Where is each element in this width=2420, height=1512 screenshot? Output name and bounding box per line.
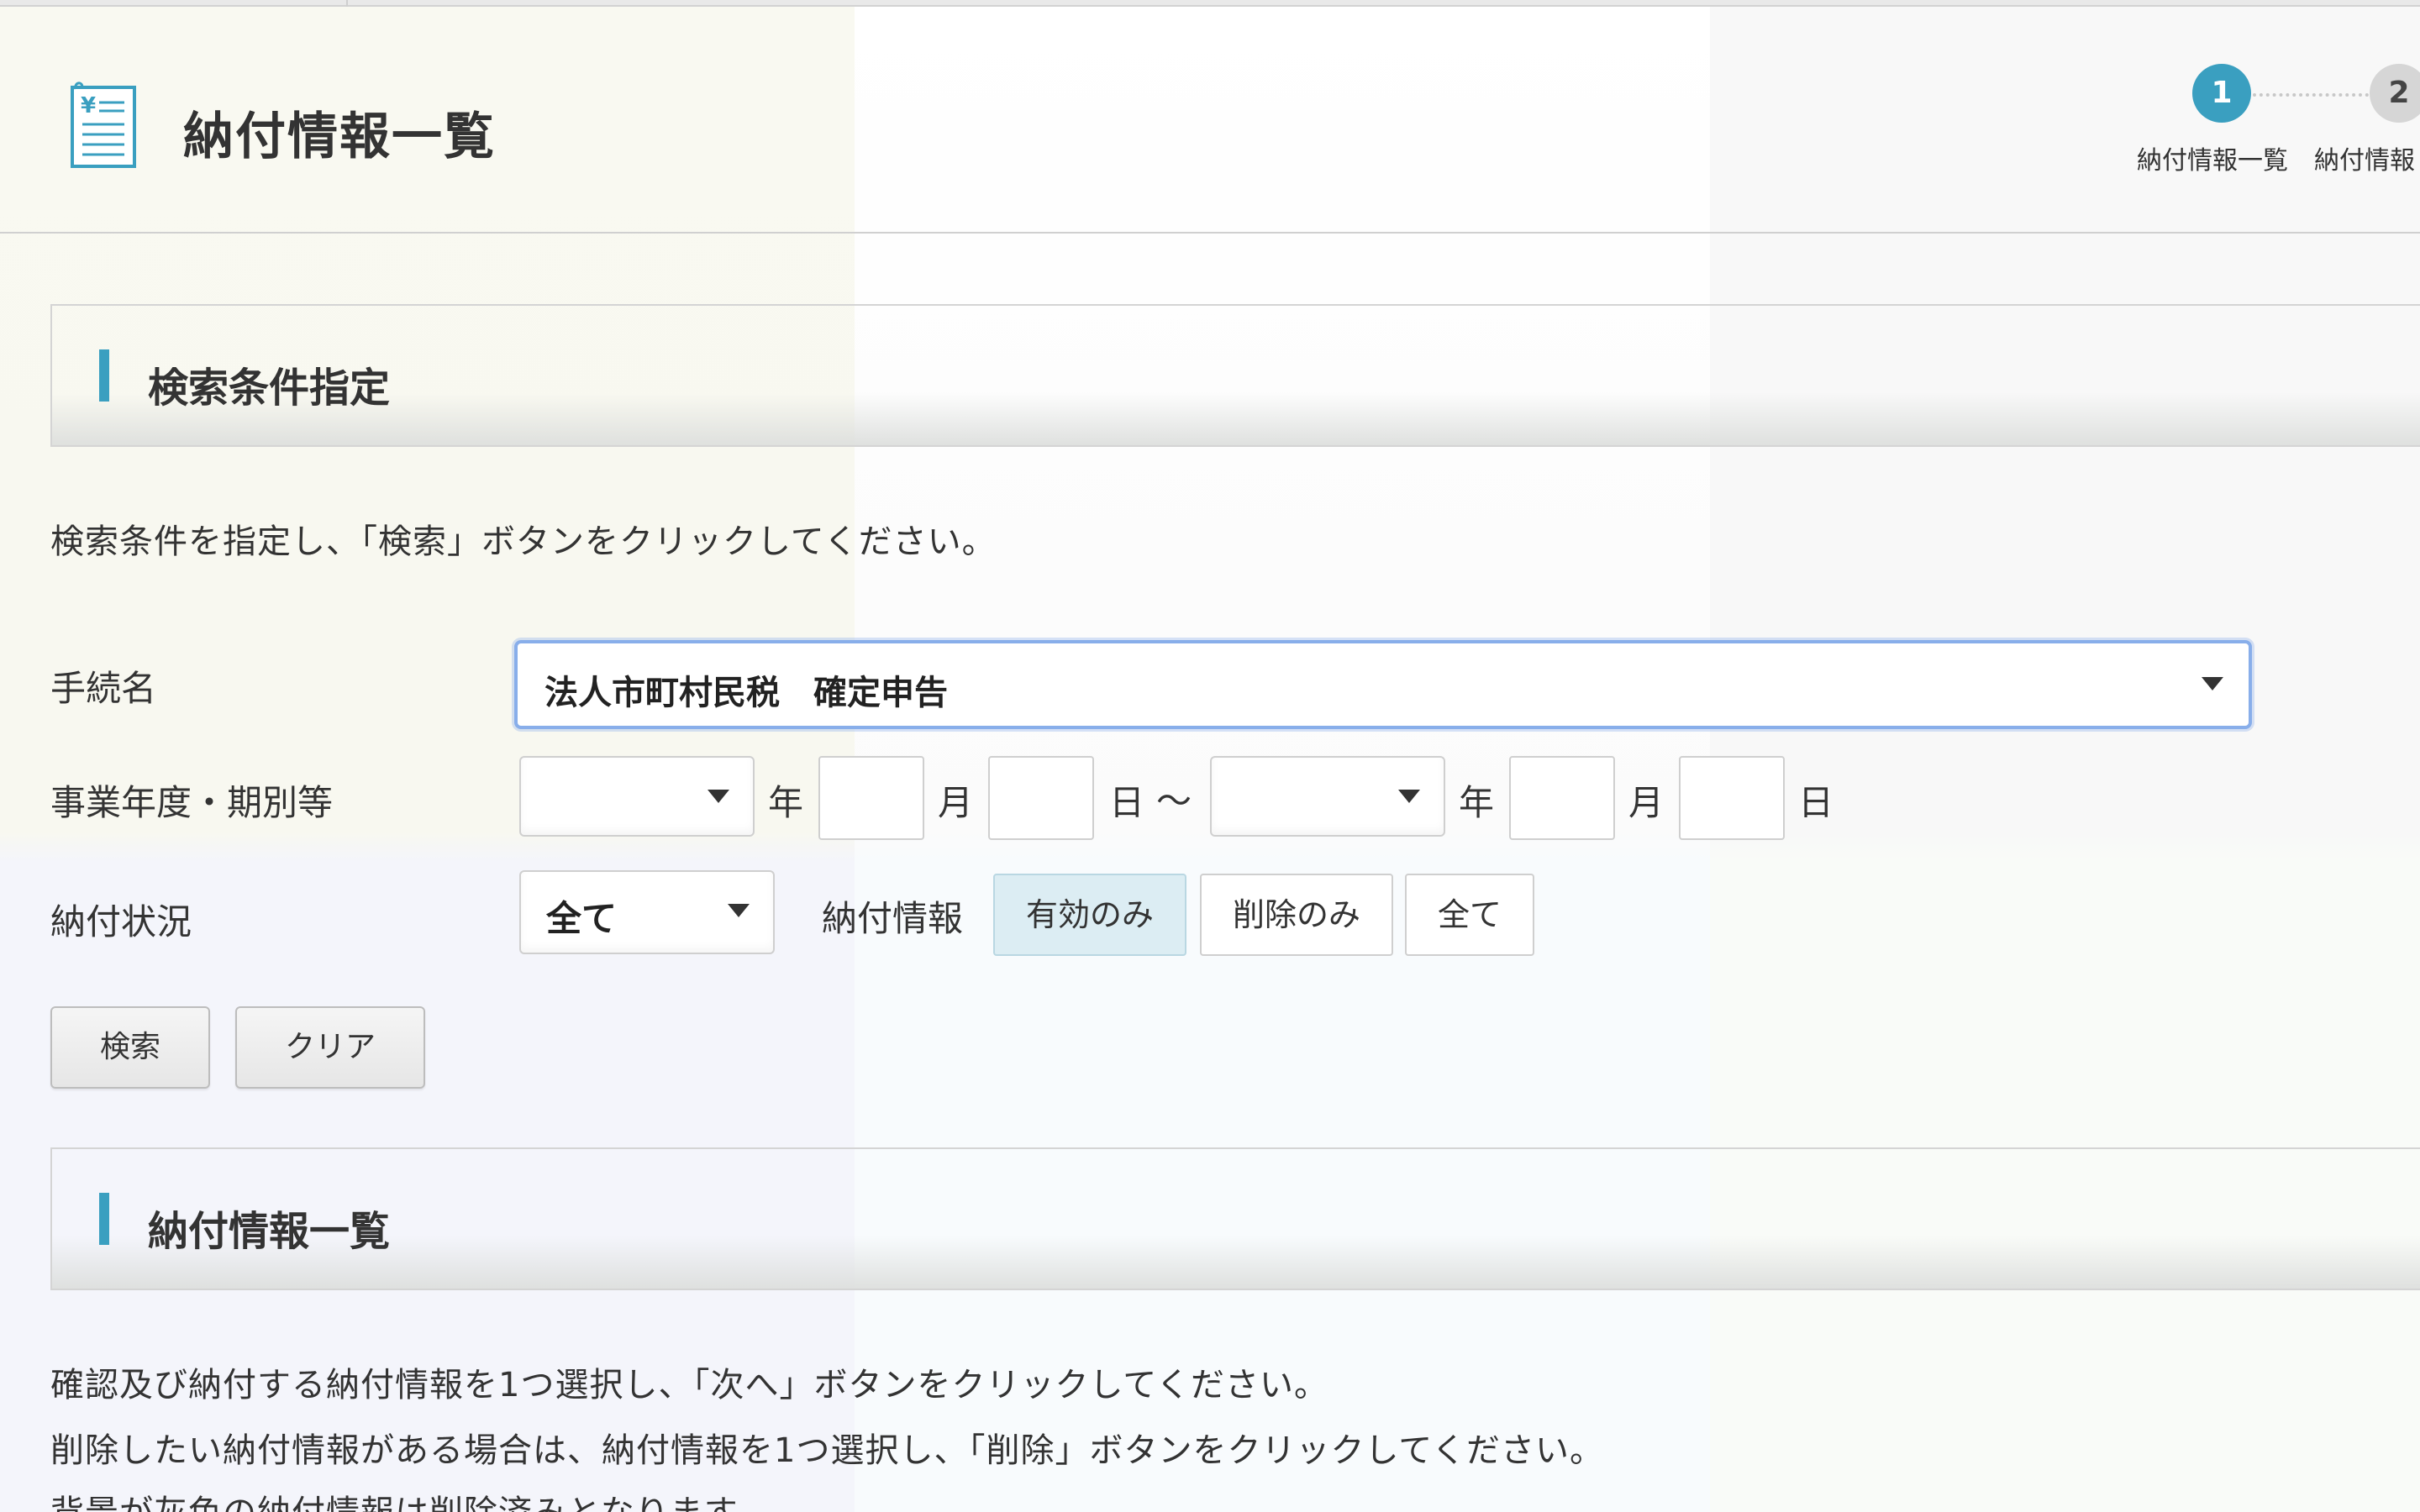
search-section-header: 検索条件指定 [50, 304, 2420, 447]
search-instruction: 検索条件を指定し、「検索」ボタンをクリックしてください。 [50, 522, 997, 561]
search-section-title: 検索条件指定 [148, 365, 391, 412]
list-instruction-1: 確認及び納付する納付情報を1つ選択し、「次へ」ボタンをクリックしてください。 [50, 1366, 1329, 1404]
to-year-select[interactable] [1210, 756, 1445, 837]
year-unit: 年 [1459, 782, 1495, 823]
step-connector [2253, 93, 2369, 97]
payment-document-icon: ¥ [71, 81, 136, 168]
step-2-marker: 2 [2370, 64, 2420, 123]
filter-all-button[interactable]: 全て [1405, 874, 1534, 956]
to-day-input[interactable] [1679, 756, 1785, 840]
step-1-label: 納付情報一覧 [2137, 146, 2288, 176]
list-instruction-3: 背景が灰色の納付情報は削除済みとなります。 [50, 1485, 770, 1512]
day-unit: 日 [1798, 782, 1834, 823]
filter-valid-only-button[interactable]: 有効のみ [993, 874, 1186, 956]
month-unit: 月 [1628, 782, 1665, 823]
procedure-label: 手続名 [50, 668, 157, 709]
chevron-down-icon [1398, 790, 1420, 803]
from-month-input[interactable] [818, 756, 924, 840]
range-separator: 〜 [1156, 780, 1192, 822]
to-month-input[interactable] [1509, 756, 1615, 840]
day-unit: 日 [1109, 782, 1145, 823]
chevron-down-icon [728, 904, 750, 917]
payment-info-label: 納付情報 [822, 898, 964, 939]
top-border [0, 0, 2420, 7]
year-unit: 年 [768, 782, 804, 823]
page-title: 納付情報一覧 [183, 108, 496, 166]
payment-status-select[interactable]: 全て [519, 870, 775, 954]
list-section-title: 納付情報一覧 [148, 1208, 391, 1255]
clear-button[interactable]: クリア [235, 1006, 425, 1089]
list-section-header: 納付情報一覧 [50, 1147, 2420, 1290]
procedure-select[interactable]: 法人市町村民税 確定申告 [514, 640, 2252, 729]
month-unit: 月 [938, 782, 974, 823]
chevron-down-icon [2202, 677, 2223, 690]
svg-text:¥: ¥ [81, 93, 96, 118]
section-accent-bar [99, 1193, 109, 1245]
search-button[interactable]: 検索 [50, 1006, 210, 1089]
section-accent-bar [99, 349, 109, 402]
period-label: 事業年度・期別等 [50, 782, 334, 823]
step-2-label: 納付情報 [2314, 146, 2415, 176]
page-header: ¥ 納付情報一覧 1 2 納付情報一覧 納付情報 [0, 8, 2420, 234]
step-1-marker: 1 [2192, 64, 2251, 123]
from-year-select[interactable] [519, 756, 755, 837]
filter-deleted-only-button[interactable]: 削除のみ [1200, 874, 1393, 956]
payment-status-label: 納付状況 [50, 901, 192, 942]
list-instruction-2: 削除したい納付情報がある場合は、納付情報を1つ選択し、「削除」ボタンをクリックし… [50, 1431, 1605, 1470]
chevron-down-icon [708, 790, 729, 803]
procedure-select-value: 法人市町村民税 確定申告 [544, 674, 948, 712]
payment-status-value: 全て [546, 898, 618, 939]
from-day-input[interactable] [988, 756, 1094, 840]
